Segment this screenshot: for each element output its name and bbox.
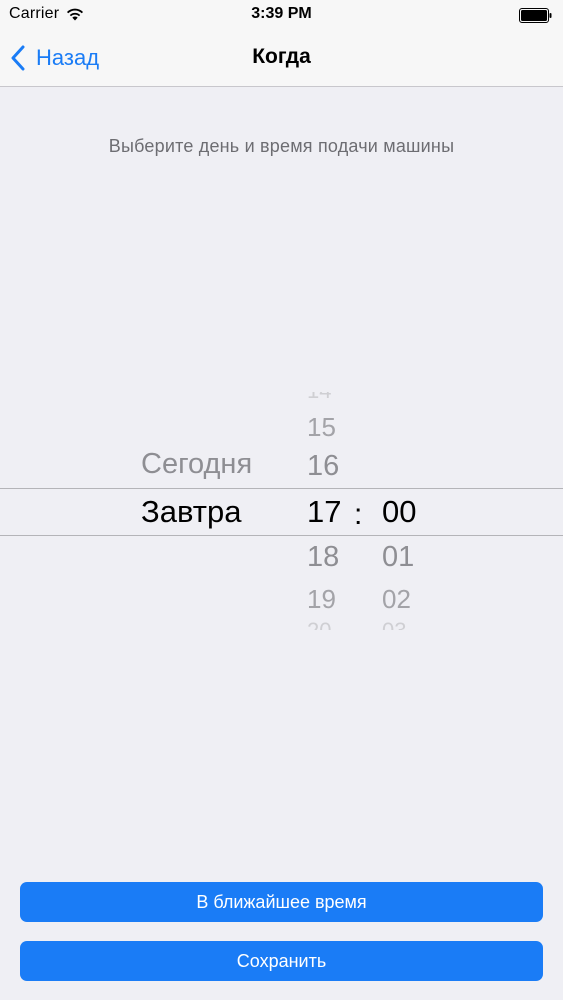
minute-option-02[interactable]: 02 bbox=[382, 586, 411, 612]
battery-icon bbox=[519, 8, 552, 23]
minute-option-03-label: 03 bbox=[382, 620, 406, 630]
time-separator: : bbox=[354, 498, 363, 531]
hour-option-15[interactable]: 15 bbox=[307, 414, 336, 440]
save-button[interactable]: Сохранить bbox=[20, 941, 543, 981]
hour-option-20[interactable]: 20 bbox=[307, 620, 331, 630]
status-time: 3:39 PM bbox=[251, 5, 312, 22]
hour-option-19[interactable]: 19 bbox=[307, 586, 336, 612]
hour-option-17-selected[interactable]: 17 bbox=[307, 496, 341, 527]
selection-top-line bbox=[0, 488, 563, 489]
status-bar: Carrier 3:39 PM bbox=[0, 0, 563, 30]
day-option-today[interactable]: Сегодня bbox=[141, 450, 252, 479]
hour-option-14[interactable]: 14 bbox=[307, 392, 331, 401]
page-title: Когда bbox=[252, 45, 311, 68]
instruction-text: Выберите день и время подачи машины bbox=[108, 136, 455, 156]
hour-option-20-label: 20 bbox=[307, 620, 331, 630]
hour-option-18[interactable]: 18 bbox=[307, 543, 339, 572]
screen: Carrier 3:39 PM Назад Когда Выберите ден… bbox=[0, 0, 563, 1000]
hour-option-16[interactable]: 16 bbox=[307, 452, 339, 481]
minute-option-01[interactable]: 01 bbox=[382, 543, 414, 572]
day-option-tomorrow-selected[interactable]: Завтра bbox=[141, 496, 241, 527]
minute-option-00-selected[interactable]: 00 bbox=[382, 496, 416, 527]
hour-option-14-label: 14 bbox=[307, 392, 331, 401]
date-time-picker[interactable]: Сегодня Завтра 14 15 16 17 18 19 20 : 00… bbox=[0, 380, 563, 640]
asap-button[interactable]: В ближайшее время bbox=[20, 882, 543, 922]
navigation-bar: Назад Когда bbox=[0, 30, 563, 87]
selection-bottom-line bbox=[0, 535, 563, 536]
minute-option-03[interactable]: 03 bbox=[382, 620, 406, 630]
